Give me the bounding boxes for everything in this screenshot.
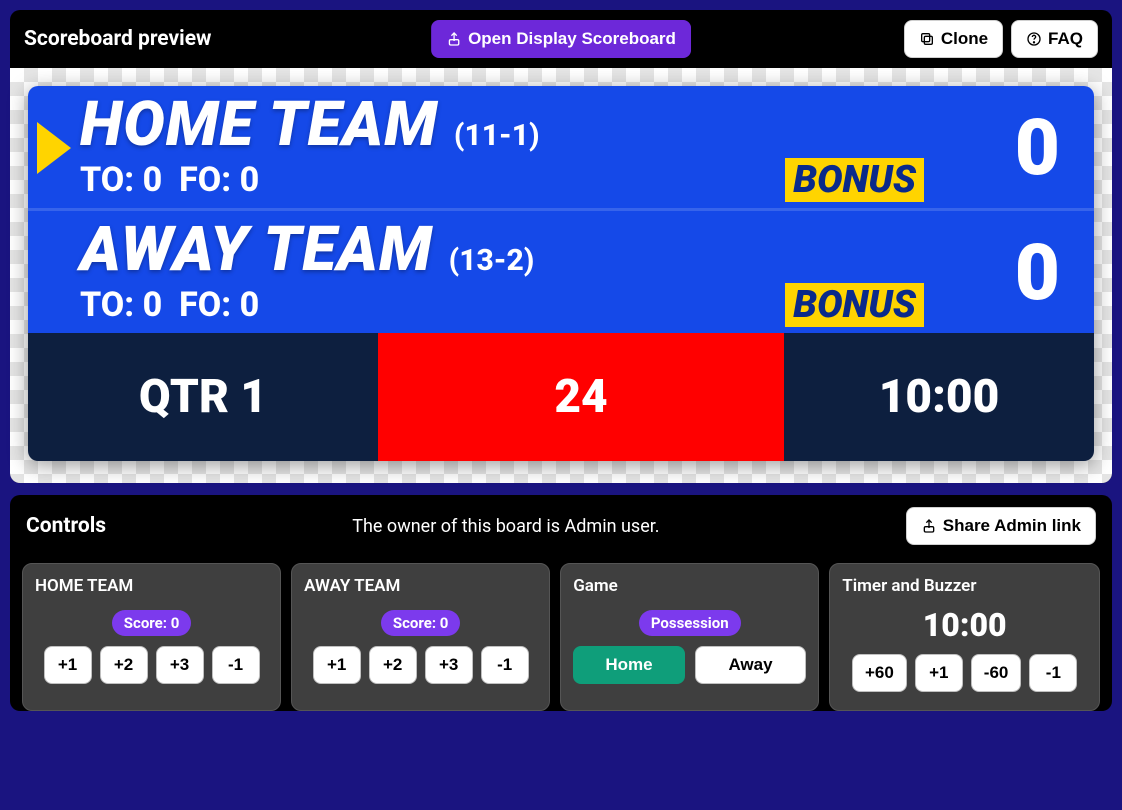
- timer-plus1-button[interactable]: +1: [915, 654, 963, 692]
- away-score: 0: [924, 228, 1084, 319]
- share-icon: [921, 518, 937, 534]
- timer-plus60-button[interactable]: +60: [852, 654, 907, 692]
- away-minus1-button[interactable]: -1: [481, 646, 529, 684]
- game-card-title: Game: [573, 576, 806, 596]
- clone-button[interactable]: Clone: [904, 20, 1003, 58]
- home-bonus-badge: BONUS: [785, 158, 924, 202]
- scoreboard-footer: QTR 1 24 10:00: [28, 333, 1094, 461]
- away-plus3-button[interactable]: +3: [425, 646, 473, 684]
- away-score-pill: Score: 0: [381, 610, 461, 636]
- away-team-record: (13-2): [449, 243, 535, 278]
- clone-label: Clone: [941, 29, 988, 49]
- home-fouls: FO: 0: [179, 160, 259, 200]
- owner-text: The owner of this board is Admin user.: [106, 516, 906, 537]
- home-score-pill: Score: 0: [112, 610, 192, 636]
- away-team-name: AWAY TEAM: [80, 219, 433, 281]
- period-label: QTR 1: [28, 333, 378, 461]
- away-bonus-badge: BONUS: [785, 283, 924, 327]
- scoreboard: HOME TEAM (11-1) 0 TO: 0 FO: 0 BONUS AWA…: [28, 86, 1094, 461]
- share-admin-link-button[interactable]: Share Admin link: [906, 507, 1096, 545]
- home-team-name: HOME TEAM: [80, 94, 438, 156]
- faq-label: FAQ: [1048, 29, 1083, 49]
- home-control-card: HOME TEAM Score: 0 +1 +2 +3 -1: [22, 563, 281, 711]
- controls-panel: Controls The owner of this board is Admi…: [10, 495, 1112, 711]
- share-admin-link-label: Share Admin link: [943, 516, 1081, 536]
- open-display-scoreboard-button[interactable]: Open Display Scoreboard: [431, 20, 691, 58]
- away-card-title: AWAY TEAM: [304, 576, 537, 596]
- home-card-title: HOME TEAM: [35, 576, 268, 596]
- timer-minus1-button[interactable]: -1: [1029, 654, 1077, 692]
- possession-away-button[interactable]: Away: [695, 646, 807, 684]
- game-control-card: Game Possession Home Away: [560, 563, 819, 711]
- faq-button[interactable]: FAQ: [1011, 20, 1098, 58]
- help-icon: [1026, 31, 1042, 47]
- home-timeouts: TO: 0: [80, 160, 162, 200]
- away-team-row: AWAY TEAM (13-2) 0 TO: 0 FO: 0 BONUS: [28, 208, 1094, 333]
- home-team-record: (11-1): [454, 118, 540, 153]
- home-team-row: HOME TEAM (11-1) 0 TO: 0 FO: 0 BONUS: [28, 86, 1094, 208]
- shot-clock: 24: [378, 333, 784, 461]
- preview-title: Scoreboard preview: [24, 27, 211, 51]
- home-plus1-button[interactable]: +1: [44, 646, 92, 684]
- controls-title: Controls: [26, 514, 106, 538]
- share-icon: [446, 31, 462, 47]
- away-timeouts: TO: 0: [80, 285, 162, 325]
- away-control-card: AWAY TEAM Score: 0 +1 +2 +3 -1: [291, 563, 550, 711]
- copy-icon: [919, 31, 935, 47]
- home-plus3-button[interactable]: +3: [156, 646, 204, 684]
- away-plus2-button[interactable]: +2: [369, 646, 417, 684]
- timer-control-card: Timer and Buzzer 10:00 +60 +1 -60 -1: [829, 563, 1100, 711]
- possession-home-button[interactable]: Home: [573, 646, 685, 684]
- home-score: 0: [924, 103, 1084, 194]
- away-plus1-button[interactable]: +1: [313, 646, 361, 684]
- home-minus1-button[interactable]: -1: [212, 646, 260, 684]
- timer-minus60-button[interactable]: -60: [971, 654, 1022, 692]
- timer-card-title: Timer and Buzzer: [842, 576, 1087, 596]
- game-clock: 10:00: [784, 333, 1094, 461]
- preview-checker-area: HOME TEAM (11-1) 0 TO: 0 FO: 0 BONUS AWA…: [10, 68, 1112, 483]
- timer-clock-display: 10:00: [842, 606, 1087, 644]
- possession-pill: Possession: [639, 610, 741, 636]
- scoreboard-preview-panel: Scoreboard preview Open Display Scoreboa…: [10, 10, 1112, 483]
- home-plus2-button[interactable]: +2: [100, 646, 148, 684]
- open-display-scoreboard-label: Open Display Scoreboard: [468, 29, 676, 49]
- possession-arrow-icon: [37, 122, 71, 174]
- away-fouls: FO: 0: [179, 285, 259, 325]
